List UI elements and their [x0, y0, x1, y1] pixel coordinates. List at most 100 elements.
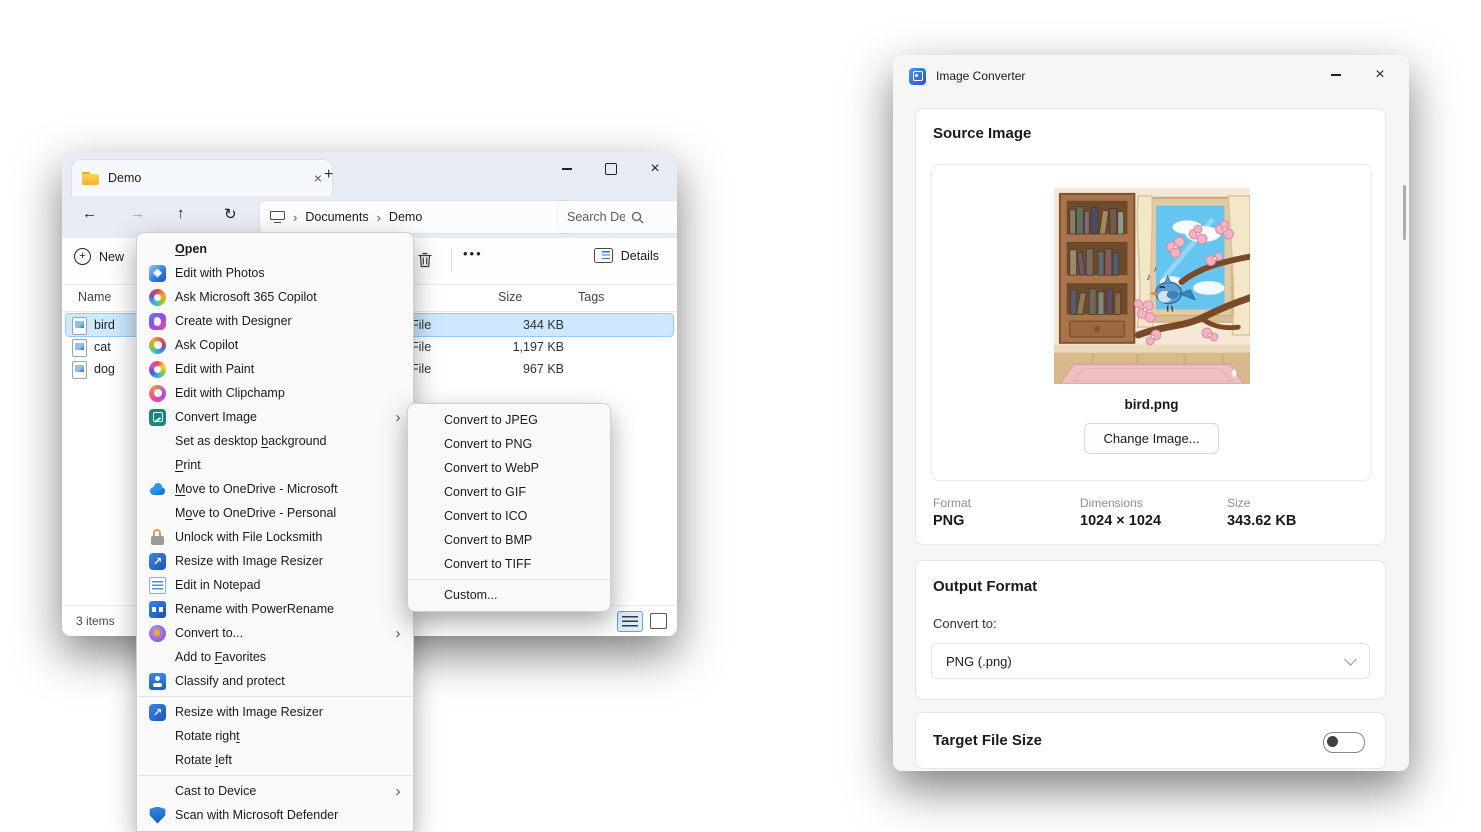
image-converter-window: Image Converter Source Image [893, 55, 1409, 771]
tab-close-icon[interactable] [314, 170, 322, 186]
context-menu-item-convert-to[interactable]: Convert to... [137, 621, 413, 645]
menu-item-label: Resize with Image Resizer [175, 705, 323, 719]
menu-item-label: Edit with Paint [175, 362, 255, 376]
minimize-button[interactable] [545, 152, 589, 186]
context-menu-item-rename-with-powerrename[interactable]: Rename with PowerRename [137, 597, 413, 621]
submenu-item-convert-to-png[interactable]: Convert to PNG [408, 432, 610, 456]
menu-icon-spacer [149, 752, 166, 769]
converter-minimize-button[interactable] [1317, 60, 1355, 90]
context-menu-item-set-as-desktop-background[interactable]: Set as desktop background [137, 429, 413, 453]
context-menu-item-rotate-right[interactable]: Rotate right [137, 724, 413, 748]
context-menu-item-edit-in-notepad[interactable]: Edit in Notepad [137, 573, 413, 597]
context-menu-item-unlock-with-file-locksmith[interactable]: Unlock with File Locksmith [137, 525, 413, 549]
menu-item-label: Rename with PowerRename [175, 602, 335, 616]
context-menu-item-convert-image[interactable]: Convert Image [137, 405, 413, 429]
context-menu-item-rotate-left[interactable]: Rotate left [137, 748, 413, 772]
source-image-box: ♪ ♪ bird.png Change Image... [931, 164, 1372, 481]
toggle-knob [1327, 736, 1338, 747]
converter-titlebar[interactable]: Image Converter [893, 55, 1409, 97]
menu-item-label: Move to OneDrive - Microsoft [175, 482, 338, 496]
maximize-button[interactable] [589, 152, 633, 186]
submenu-item-convert-to-jpeg[interactable]: Convert to JPEG [408, 408, 610, 432]
details-button[interactable]: Details [593, 248, 659, 263]
menu-icon-spacer [149, 728, 166, 745]
search-input[interactable]: Search Demo [558, 201, 677, 233]
column-header-tags[interactable]: Tags [578, 290, 604, 304]
menu-item-label: Convert to TIFF [444, 557, 532, 571]
context-menu-item-move-to-onedrive-personal[interactable]: Move to OneDrive - Personal [137, 501, 413, 525]
copilot365-icon [149, 288, 166, 306]
output-format-dropdown[interactable]: PNG (.png) [931, 643, 1370, 679]
designer-icon [149, 312, 166, 330]
context-menu-item-resize-with-image-resizer[interactable]: Resize with Image Resizer [137, 549, 413, 573]
file-type: File [411, 362, 432, 376]
file-size: 344 KB [522, 318, 564, 332]
output-format-card: Output Format Convert to: PNG (.png) [915, 560, 1386, 700]
context-menu-item-edit-with-clipchamp[interactable]: Edit with Clipchamp [137, 381, 413, 405]
context-menu-item-resize-with-image-resizer[interactable]: Resize with Image Resizer [137, 700, 413, 724]
trash-icon[interactable] [415, 250, 435, 270]
file-name: bird [94, 318, 115, 332]
context-menu-item-classify-and-protect[interactable]: Classify and protect [137, 669, 413, 693]
submenu-item-convert-to-ico[interactable]: Convert to ICO [408, 504, 610, 528]
submenu-item-convert-to-bmp[interactable]: Convert to BMP [408, 528, 610, 552]
folder-icon [82, 171, 99, 185]
menu-item-label: Convert to PNG [444, 437, 533, 451]
column-header-size[interactable]: Size [498, 290, 522, 304]
convertto-icon [149, 624, 166, 642]
scrollbar-thumb[interactable] [1403, 185, 1406, 240]
up-arrow-icon[interactable] [177, 205, 185, 222]
items-count: 3 items [76, 614, 115, 628]
target-file-size-toggle[interactable] [1323, 732, 1365, 753]
context-menu-item-add-to-favorites[interactable]: Add to Favorites [137, 645, 413, 669]
column-header-name[interactable]: Name [78, 290, 111, 304]
context-menu-item-cast-to-device[interactable]: Cast to Device [137, 779, 413, 803]
breadcrumb-chevron-icon: › [376, 209, 381, 225]
list-view-icon[interactable] [617, 611, 643, 632]
close-button[interactable] [633, 152, 677, 186]
image-file-icon [72, 361, 87, 379]
new-tab-icon[interactable] [324, 166, 333, 184]
context-menu-item-move-to-onedrive-microsoft[interactable]: Move to OneDrive - Microsoft [137, 477, 413, 501]
output-format-selected: PNG (.png) [946, 653, 1012, 669]
submenu-item-convert-to-gif[interactable]: Convert to GIF [408, 480, 610, 504]
minimize-icon [562, 168, 572, 170]
explorer-tab-demo[interactable]: Demo [72, 160, 332, 196]
breadcrumb[interactable]: › Documents › Demo [260, 201, 572, 233]
context-menu-item-print[interactable]: Print [137, 453, 413, 477]
context-menu-item-edit-with-photos[interactable]: Edit with Photos [137, 261, 413, 285]
breadcrumb-item-demo[interactable]: Demo [389, 210, 422, 224]
context-menu-item-edit-with-paint[interactable]: Edit with Paint [137, 357, 413, 381]
menu-item-label: Edit in Notepad [175, 578, 261, 592]
back-arrow-icon[interactable] [82, 205, 97, 222]
new-button[interactable]: New [74, 248, 124, 265]
menu-item-label: Rotate right [175, 729, 240, 743]
context-menu-item-open[interactable]: Open [137, 237, 413, 261]
breadcrumb-item-documents[interactable]: Documents [305, 210, 368, 224]
context-menu-item-scan-with-microsoft-defender[interactable]: Scan with Microsoft Defender [137, 803, 413, 827]
context-menu-item-ask-microsoft-365-copilot[interactable]: Ask Microsoft 365 Copilot [137, 285, 413, 309]
submenu-item-custom[interactable]: Custom... [408, 583, 610, 607]
source-image-preview: ♪ ♪ [1053, 188, 1250, 384]
converter-close-button[interactable] [1361, 60, 1399, 90]
desktop-background: Demo › Documents › Demo Search Demo [0, 0, 1481, 832]
context-menu-item-ask-copilot[interactable]: Ask Copilot [137, 333, 413, 357]
file-name: cat [94, 340, 111, 354]
explorer-titlebar[interactable]: Demo [62, 152, 677, 196]
submenu-item-convert-to-tiff[interactable]: Convert to TIFF [408, 552, 610, 576]
more-options-icon[interactable] [463, 246, 483, 261]
menu-item-label: Custom... [444, 588, 498, 602]
new-item-plus-icon [74, 248, 91, 265]
convert-to-label: Convert to: [933, 616, 997, 631]
forward-arrow-icon[interactable] [130, 205, 145, 222]
menu-item-label: Scan with Microsoft Defender [175, 808, 339, 822]
dimensions-label: Dimensions [1080, 496, 1143, 510]
change-image-button[interactable]: Change Image... [1084, 423, 1219, 454]
context-menu-item-create-with-designer[interactable]: Create with Designer [137, 309, 413, 333]
menu-icon-spacer [149, 457, 166, 474]
menu-icon-spacer [149, 241, 166, 258]
refresh-icon[interactable] [224, 205, 237, 223]
submenu-item-convert-to-webp[interactable]: Convert to WebP [408, 456, 610, 480]
thumbnail-view-icon[interactable] [650, 613, 667, 629]
menu-separator [409, 579, 609, 580]
